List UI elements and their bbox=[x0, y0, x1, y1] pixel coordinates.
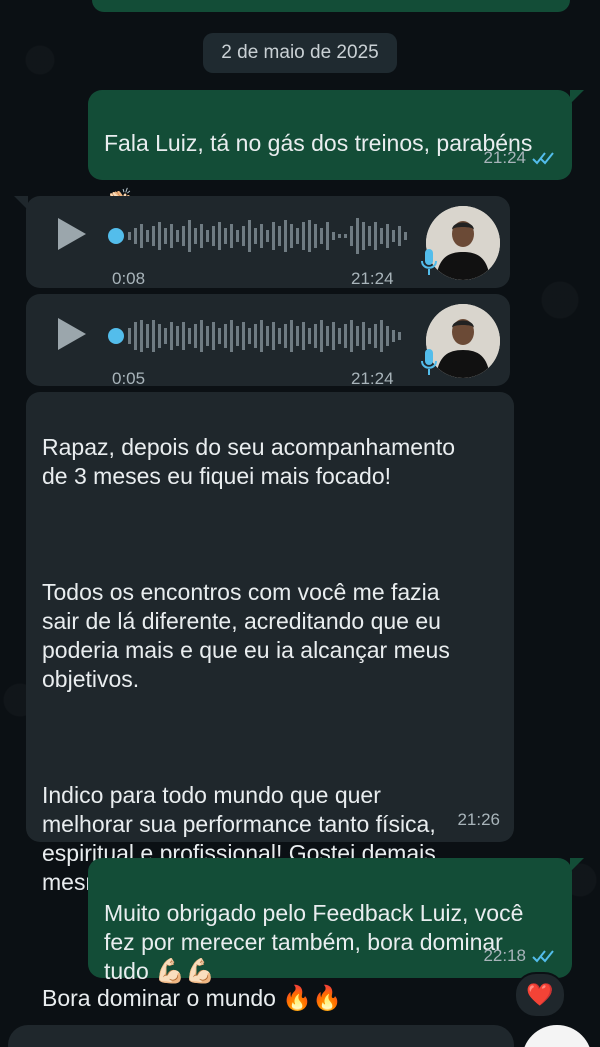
message-meta: 21:26 bbox=[457, 805, 500, 834]
microphone-icon bbox=[421, 349, 437, 375]
message-composer[interactable] bbox=[8, 1025, 514, 1047]
voice-duration: 0:08 bbox=[112, 269, 146, 288]
message-time: 21:24 bbox=[351, 269, 394, 288]
outgoing-message[interactable]: Fala Luiz, tá no gás dos treinos, parabé… bbox=[88, 90, 584, 215]
send-voice-button[interactable] bbox=[522, 1025, 592, 1047]
read-ticks-icon bbox=[532, 949, 554, 962]
waveform[interactable] bbox=[126, 314, 426, 358]
flexed-biceps-emoji: 💪🏻💪🏻 bbox=[155, 957, 215, 985]
message-time: 21:24 bbox=[351, 369, 394, 388]
fire-emoji: 🔥🔥 bbox=[282, 984, 343, 1012]
outgoing-message[interactable]: Muito obrigado pelo Feedback Luiz, você … bbox=[88, 858, 584, 985]
message-paragraph: Todos os encontros com você me fazia sai… bbox=[42, 579, 450, 692]
message-meta: 22:18 bbox=[483, 941, 558, 970]
message-paragraph: Bora dominar o mundo 🔥🔥 bbox=[42, 984, 498, 1013]
heart-reaction[interactable]: ❤️ bbox=[514, 972, 566, 1018]
message-time: 22:18 bbox=[483, 946, 526, 965]
message-meta: 21:24 bbox=[483, 143, 558, 172]
waveform[interactable] bbox=[126, 214, 426, 258]
date-separator: 2 de maio de 2025 bbox=[203, 33, 397, 73]
read-ticks-icon bbox=[532, 151, 554, 164]
paragraph-body: Bora dominar o mundo bbox=[42, 985, 276, 1011]
chat-window: 2 de maio de 2025 Fala Luiz, tá no gás d… bbox=[0, 0, 600, 1047]
microphone-icon bbox=[421, 249, 437, 275]
voice-message[interactable]: 0:05 21:24 bbox=[26, 294, 510, 388]
incoming-message[interactable]: Rapaz, depois do seu acompanhamento de 3… bbox=[26, 392, 514, 1012]
playback-position-dot[interactable] bbox=[108, 228, 124, 244]
play-icon[interactable] bbox=[58, 218, 86, 250]
message-body: Fala Luiz, tá no gás dos treinos, parabé… bbox=[104, 130, 533, 156]
voice-duration: 0:05 bbox=[112, 369, 146, 388]
heart-icon: ❤️ bbox=[526, 982, 554, 1008]
previous-message-bubble[interactable] bbox=[92, 0, 570, 12]
message-time: 21:26 bbox=[457, 810, 500, 829]
voice-message[interactable]: 0:08 21:24 bbox=[14, 196, 510, 288]
message-time: 21:24 bbox=[483, 148, 526, 167]
message-paragraph: Rapaz, depois do seu acompanhamento de 3… bbox=[42, 434, 456, 489]
playback-position-dot[interactable] bbox=[108, 328, 124, 344]
play-icon[interactable] bbox=[58, 318, 86, 350]
